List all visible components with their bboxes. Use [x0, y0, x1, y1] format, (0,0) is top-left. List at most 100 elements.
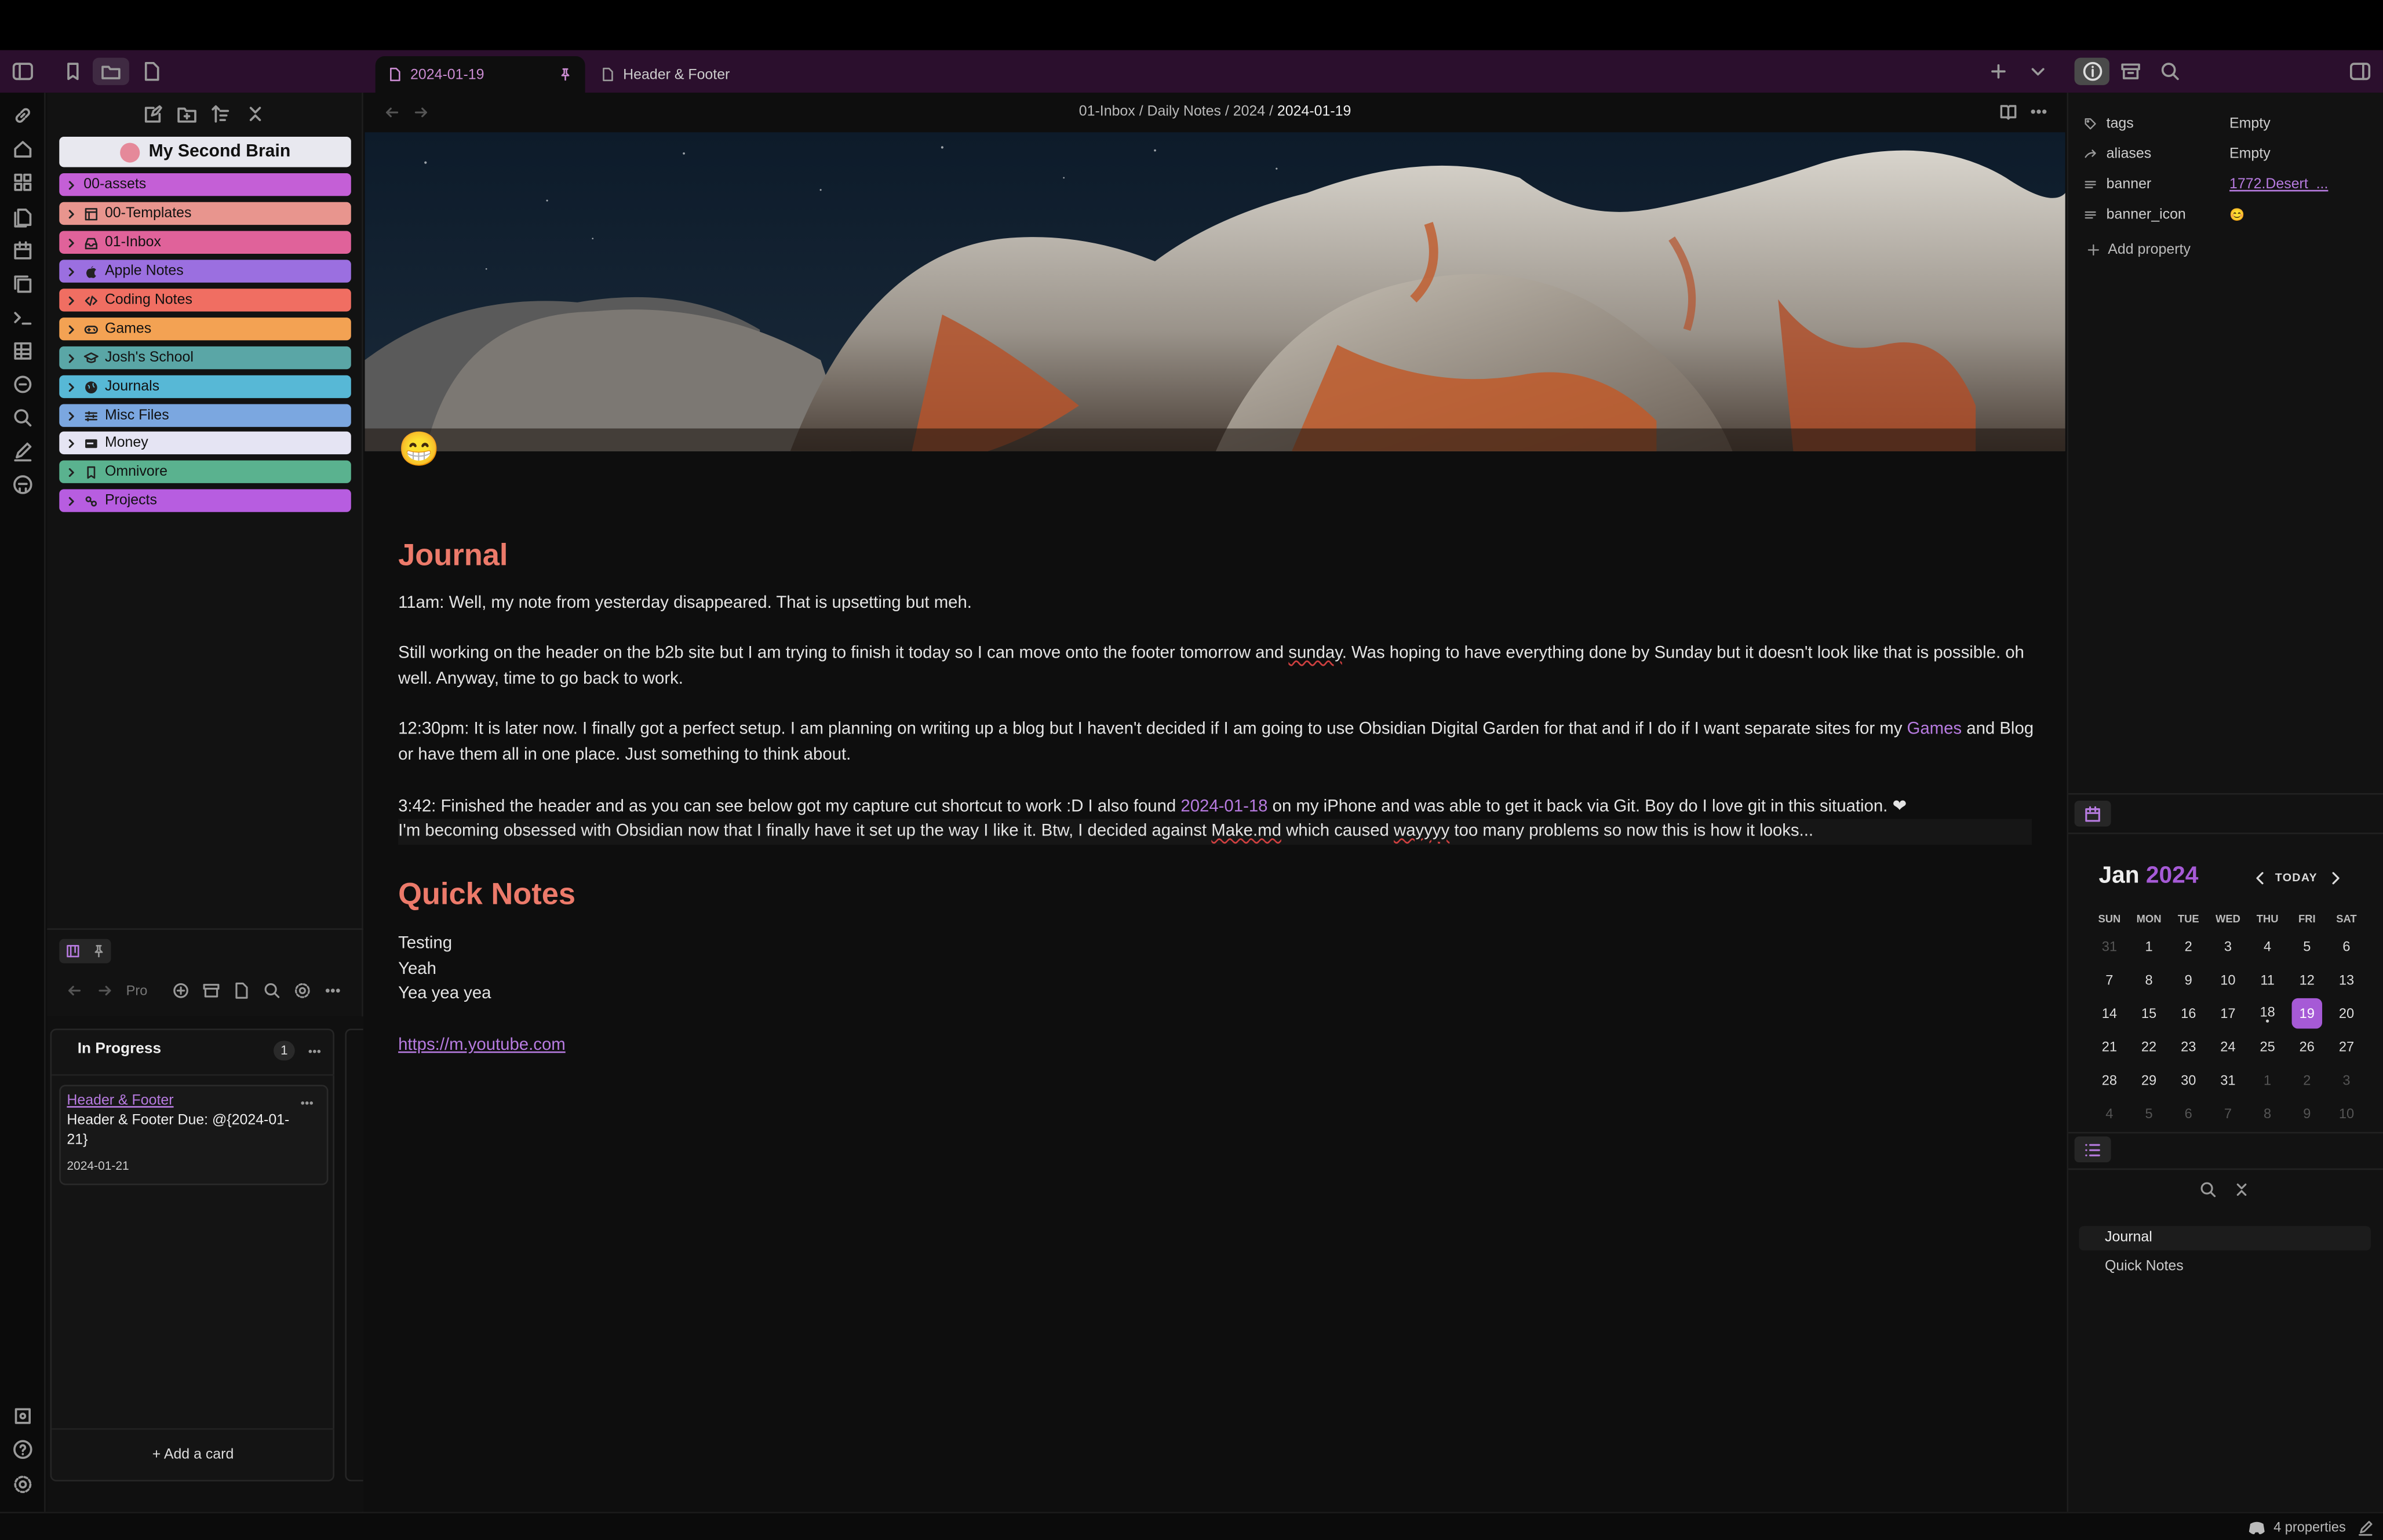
today-button[interactable]: TODAY	[2275, 871, 2318, 885]
calendar-icon[interactable]	[12, 240, 34, 261]
outline-item-quick-notes[interactable]: Quick Notes	[2079, 1255, 2371, 1279]
pin-icon[interactable]	[90, 944, 105, 959]
calendar-day[interactable]: 11	[2248, 964, 2287, 997]
calendar-day[interactable]: 3	[2208, 930, 2247, 964]
external-link[interactable]: https://m.youtube.com	[398, 1033, 566, 1059]
folder-apple-notes[interactable]: Apple Notes	[59, 260, 351, 283]
property-banner[interactable]: banner 1772.Desert_...	[2083, 170, 2372, 198]
add-card-button[interactable]: + Add a card	[52, 1447, 334, 1464]
collapse-all-icon[interactable]	[245, 103, 266, 125]
calendar-day[interactable]: 9	[2169, 964, 2208, 997]
files-icon[interactable]	[12, 207, 34, 228]
search-icon[interactable]	[12, 407, 34, 429]
outline-tab-button[interactable]	[2074, 1136, 2111, 1163]
calendar-day[interactable]: 10	[2327, 1097, 2366, 1130]
paragraph-active-line[interactable]: I'm becoming obsessed with Obsidian now …	[398, 819, 2032, 845]
internal-link-games[interactable]: Games	[1907, 720, 1962, 738]
folder-games[interactable]: Games	[59, 318, 351, 341]
calendar-day[interactable]: 13	[2327, 964, 2366, 997]
tab-2024-01-19[interactable]: 2024-01-19	[375, 56, 585, 93]
folder-00-templates[interactable]: 00-Templates	[59, 202, 351, 225]
folder-01-inbox[interactable]: 01-Inbox	[59, 231, 351, 254]
folder-projects[interactable]: Projects	[59, 489, 351, 512]
property-value[interactable]: Empty	[2229, 145, 2271, 162]
calendar-day[interactable]: 6	[2327, 930, 2366, 964]
calendar-day[interactable]: 1	[2248, 1064, 2287, 1097]
sort-icon[interactable]	[210, 103, 231, 125]
calendar-day[interactable]: 27	[2327, 1030, 2366, 1064]
forward-arrow-icon[interactable]	[96, 981, 114, 999]
calendar-day[interactable]: 2	[2287, 1064, 2327, 1097]
vault-header[interactable]: My Second Brain	[59, 137, 351, 167]
search-icon[interactable]	[263, 981, 281, 999]
link-icon[interactable]	[12, 105, 34, 126]
folder-misc-files[interactable]: Misc Files	[59, 404, 351, 427]
more-options-icon[interactable]	[2029, 102, 2049, 122]
chevron-right-icon[interactable]	[65, 437, 78, 449]
folder-00-assets[interactable]: 00-assets	[59, 173, 351, 196]
calendar-day[interactable]: 1	[2129, 930, 2169, 964]
property-aliases[interactable]: aliases Empty	[2083, 140, 2372, 167]
grid-icon[interactable]	[12, 171, 34, 193]
calendar-day[interactable]: 20	[2327, 997, 2366, 1030]
bookmark-icon[interactable]	[63, 61, 84, 82]
calendar-day[interactable]: 5	[2287, 930, 2327, 964]
file-explorer-tab-button[interactable]	[92, 57, 129, 85]
toggle-left-sidebar-icon[interactable]	[12, 61, 34, 82]
pen-icon[interactable]	[12, 440, 34, 462]
calendar-day[interactable]: 26	[2287, 1030, 2327, 1064]
new-note-icon[interactable]	[143, 103, 165, 125]
card-link[interactable]: Header & Footer	[67, 1093, 173, 1110]
calendar-day[interactable]: 25	[2248, 1030, 2287, 1064]
calendar-day[interactable]: 14	[2090, 997, 2129, 1030]
calendar-day[interactable]: 4	[2248, 930, 2287, 964]
sync-icon[interactable]	[12, 374, 34, 395]
settings-icon[interactable]	[12, 1474, 34, 1495]
table-icon[interactable]	[12, 340, 34, 362]
breadcrumb-item[interactable]: Daily Notes	[1147, 103, 1221, 120]
calendar-day[interactable]: 31	[2090, 930, 2129, 964]
reading-view-icon[interactable]	[1998, 102, 2018, 122]
property-value[interactable]: Empty	[2229, 115, 2271, 132]
folder-josh-s-school[interactable]: Josh's School	[59, 346, 351, 370]
internal-link-2024-01-18[interactable]: 2024-01-18	[1180, 798, 1267, 816]
chevron-right-icon[interactable]	[65, 495, 78, 507]
chevron-right-icon[interactable]	[65, 410, 78, 422]
chevron-right-icon[interactable]	[65, 207, 78, 220]
more-icon[interactable]	[300, 1096, 315, 1111]
markdown-icon[interactable]	[232, 981, 250, 999]
vault-switch-icon[interactable]	[12, 1406, 34, 1427]
calendar-day[interactable]: 10	[2208, 964, 2247, 997]
chevron-left-icon[interactable]	[2251, 869, 2269, 887]
more-icon[interactable]	[324, 981, 342, 999]
properties-count[interactable]: 4 properties	[2273, 1519, 2346, 1534]
collapse-all-icon[interactable]	[2232, 1181, 2250, 1199]
toggle-right-sidebar-icon[interactable]	[2349, 61, 2371, 82]
tab-header-footer[interactable]: Header & Footer	[588, 56, 801, 93]
calendar-day[interactable]: 19	[2287, 997, 2327, 1030]
chevron-right-icon[interactable]	[65, 352, 78, 364]
archive-icon[interactable]	[202, 981, 220, 999]
chevron-right-icon[interactable]	[65, 381, 78, 393]
calendar-day[interactable]: 7	[2090, 964, 2129, 997]
chevron-right-icon[interactable]	[65, 178, 78, 191]
calendar-day[interactable]: 12	[2287, 964, 2327, 997]
copy-icon[interactable]	[12, 273, 34, 295]
property-value[interactable]: 😊	[2229, 207, 2244, 221]
edit-mode-icon[interactable]	[2357, 1519, 2374, 1536]
chevron-right-icon[interactable]	[65, 466, 78, 478]
calendar-day[interactable]: 8	[2248, 1097, 2287, 1130]
property-value[interactable]: 1772.Desert_...	[2229, 176, 2328, 192]
kanban-view-tabs[interactable]	[59, 939, 111, 964]
calendar-day[interactable]: 30	[2169, 1064, 2208, 1097]
calendar-tab-button[interactable]	[2074, 801, 2111, 827]
chevron-right-icon[interactable]	[2327, 869, 2345, 887]
calendar-day[interactable]: 29	[2129, 1064, 2169, 1097]
help-icon[interactable]	[12, 1439, 34, 1460]
back-arrow-icon[interactable]	[65, 981, 83, 999]
settings-icon[interactable]	[293, 981, 311, 999]
calendar-day[interactable]: 3	[2327, 1064, 2366, 1097]
outline-item-journal[interactable]: Journal	[2079, 1226, 2371, 1251]
chevron-right-icon[interactable]	[65, 265, 78, 278]
terminal-icon[interactable]	[12, 307, 34, 329]
